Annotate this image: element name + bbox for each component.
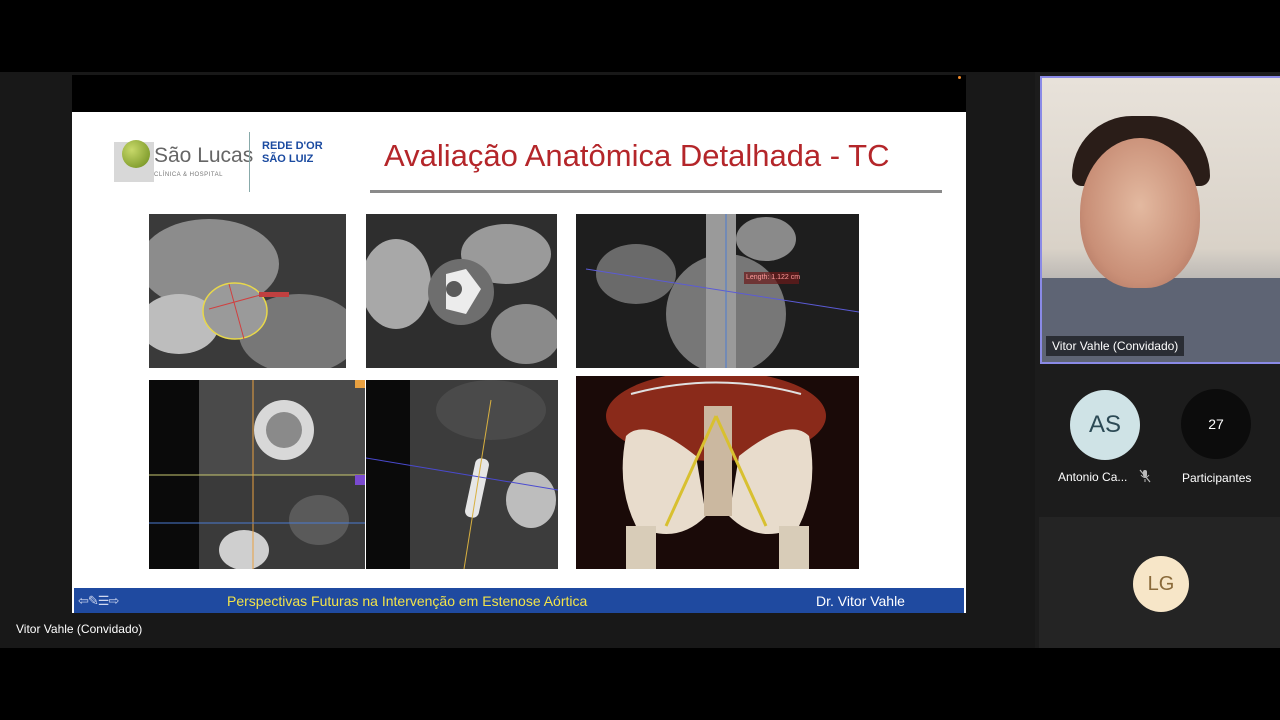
- rede-line2: SÃO LUIZ: [262, 153, 314, 165]
- footer-author: Dr. Vitor Vahle: [816, 593, 905, 609]
- logo-ball-icon: [122, 140, 150, 168]
- avatar-initials: AS: [1088, 411, 1121, 438]
- presenter-caption: Vitor Vahle (Convidado): [16, 622, 143, 636]
- ct-coronal-svg: [576, 214, 859, 368]
- avatar-initials: LG: [1147, 572, 1175, 595]
- rede-dor-logo: REDE D'OR SÃO LUIZ: [262, 140, 323, 166]
- ct-annulus-svg: [149, 214, 346, 368]
- slide-nav-controls[interactable]: ⇦✎☰⇨: [78, 593, 119, 609]
- ct-valve-svg: [366, 214, 557, 368]
- video-face: [1080, 138, 1200, 288]
- ct-image-access-right: [366, 380, 558, 569]
- logo-divider: [249, 132, 250, 192]
- ct-access-left-svg: [149, 380, 365, 569]
- share-indicator-dot: [958, 76, 961, 79]
- participant-name-label: Antonio Ca...: [1058, 470, 1128, 484]
- ct-image-3d-pelvis: [576, 376, 859, 569]
- rede-line1: REDE D'OR: [262, 140, 323, 152]
- participant-video-tile[interactable]: Vitor Vahle (Convidado): [1040, 76, 1280, 364]
- microphone-off-icon: [1139, 469, 1151, 483]
- participants-count-button[interactable]: 27: [1181, 389, 1251, 459]
- logo-subtitle: CLÍNICA & HOSPITAL: [154, 172, 223, 178]
- participants-label: Participantes: [1182, 471, 1252, 485]
- slide-title: Avaliação Anatômica Detalhada - TC: [384, 138, 890, 173]
- ct-image-valve: [366, 214, 557, 368]
- video-tile-name: Vitor Vahle (Convidado): [1046, 336, 1185, 356]
- ct-image-access-left: [149, 380, 365, 569]
- ct-image-coronal: Length: 1.122 cm: [576, 214, 859, 368]
- ct-3d-pelvis-svg: [576, 376, 859, 569]
- participant-avatar-lg[interactable]: LG: [1133, 556, 1189, 612]
- measurement-label: Length: 1.122 cm: [746, 274, 801, 281]
- slide-footer: ⇦✎☰⇨ Perspectivas Futuras na Intervenção…: [74, 588, 964, 613]
- footer-title: Perspectivas Futuras na Intervenção em E…: [227, 593, 588, 609]
- logo-name: São Lucas: [154, 144, 254, 167]
- participants-count: 27: [1208, 416, 1224, 432]
- ct-image-annulus: [149, 214, 346, 368]
- ct-access-right-svg: [366, 380, 558, 569]
- hospital-logo: São Lucas CLÍNICA & HOSPITAL REDE D'OR S…: [114, 132, 324, 192]
- title-underline: [370, 190, 942, 193]
- participant-avatar-as[interactable]: AS: [1070, 390, 1140, 460]
